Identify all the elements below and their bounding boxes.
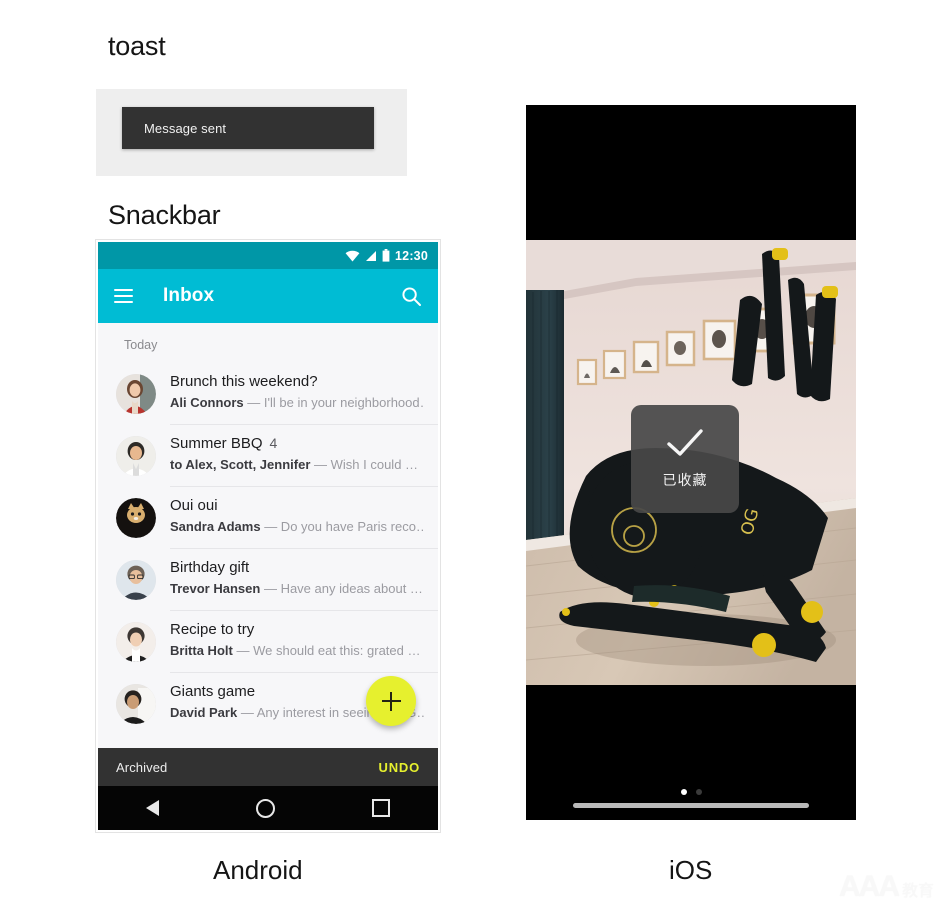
snackbar-message: Archived bbox=[116, 759, 168, 775]
table-row[interactable]: Recipe to try Britta Holt — We should ea… bbox=[98, 610, 438, 672]
list-section-label: Today bbox=[124, 338, 158, 352]
android-screen: 12:30 Inbox Today Brunch this weekend? A… bbox=[98, 242, 438, 830]
mail-subject: Oui oui bbox=[170, 497, 218, 514]
mail-sender: David Park bbox=[170, 705, 238, 720]
status-bar-time: 12:30 bbox=[395, 248, 428, 263]
android-caption: Android bbox=[213, 855, 303, 885]
avatar bbox=[116, 560, 156, 600]
mail-subject: Recipe to try bbox=[170, 621, 255, 638]
plus-icon bbox=[381, 691, 401, 711]
table-row[interactable]: Summer BBQ 4 to Alex, Scott, Jennifer — W… bbox=[98, 424, 438, 486]
snackbar: Archived UNDO bbox=[98, 748, 438, 786]
ios-caption: iOS bbox=[669, 855, 713, 885]
recents-square-icon[interactable] bbox=[371, 799, 390, 817]
mail-subject: Giants game bbox=[170, 683, 256, 700]
table-row[interactable]: Birthday gift Trevor Hansen — Have any i… bbox=[98, 548, 438, 610]
table-row[interactable]: Oui oui Sandra Adams — Do you have Paris… bbox=[98, 486, 438, 548]
avatar bbox=[116, 684, 156, 724]
home-indicator-bar[interactable] bbox=[573, 803, 809, 808]
avatar bbox=[116, 622, 156, 662]
page-dot-active[interactable] bbox=[680, 789, 687, 795]
hamburger-menu-icon[interactable] bbox=[114, 289, 133, 303]
search-icon[interactable] bbox=[401, 286, 422, 307]
page-dot-inactive[interactable] bbox=[695, 789, 702, 795]
mail-count: 4 bbox=[269, 435, 278, 451]
mail-sender: Trevor Hansen bbox=[170, 581, 261, 596]
toast-message: Message sent bbox=[144, 120, 227, 136]
mail-sender: to Alex, Scott, Jennifer bbox=[170, 457, 311, 472]
battery-icon bbox=[382, 249, 390, 262]
toast-section-heading: toast bbox=[108, 31, 166, 61]
mail-preview: — Wish I could … bbox=[314, 457, 419, 472]
ios-toast-label: 已收藏 bbox=[662, 473, 708, 489]
mail-sender: Britta Holt bbox=[170, 643, 233, 658]
mail-sender: Sandra Adams bbox=[170, 519, 261, 534]
watermark: AAA 教育 bbox=[839, 870, 934, 904]
android-app-bar: Inbox bbox=[98, 269, 438, 323]
android-navigation-bar bbox=[98, 786, 438, 830]
android-status-bar: 12:30 bbox=[98, 242, 438, 269]
page-indicator-dots[interactable] bbox=[526, 789, 856, 795]
snackbar-undo-button[interactable]: UNDO bbox=[379, 760, 420, 775]
snackbar-section-heading: Snackbar bbox=[108, 200, 221, 230]
avatar bbox=[116, 374, 156, 414]
mail-subject: Brunch this weekend? bbox=[170, 373, 318, 390]
table-row[interactable]: Brunch this weekend? Ali Connors — I'll … bbox=[98, 362, 438, 424]
home-circle-icon[interactable] bbox=[255, 798, 275, 818]
avatar bbox=[116, 436, 156, 476]
mail-subject: Summer BBQ bbox=[170, 435, 263, 452]
mail-subject: Birthday gift bbox=[170, 559, 250, 576]
app-bar-title: Inbox bbox=[163, 285, 215, 306]
watermark-logo: AAA bbox=[838, 870, 900, 903]
wifi-icon bbox=[345, 250, 360, 261]
mail-preview: — We should eat this: grated … bbox=[236, 643, 421, 658]
floating-action-button[interactable] bbox=[366, 676, 416, 726]
checkmark-icon bbox=[667, 429, 703, 456]
ios-toast-overlay: 已收藏 bbox=[631, 405, 739, 513]
mail-preview: — I'll be in your neighborhood… bbox=[247, 395, 424, 410]
mail-sender: Ali Connors bbox=[170, 395, 244, 410]
mail-preview: — Have any ideas about … bbox=[263, 581, 423, 596]
mail-preview: — Do you have Paris reco… bbox=[264, 519, 424, 534]
ios-phone-mockup: OG 已收藏 bbox=[526, 105, 856, 820]
toast-bubble: Message sent bbox=[122, 107, 374, 149]
android-phone-mockup: 12:30 Inbox Today Brunch this weekend? A… bbox=[96, 240, 440, 832]
back-triangle-icon[interactable] bbox=[146, 800, 160, 816]
watermark-text: 教育 bbox=[901, 881, 934, 900]
toast-demo-panel: Message sent bbox=[96, 89, 407, 176]
avatar bbox=[116, 498, 156, 538]
signal-icon bbox=[366, 250, 377, 261]
